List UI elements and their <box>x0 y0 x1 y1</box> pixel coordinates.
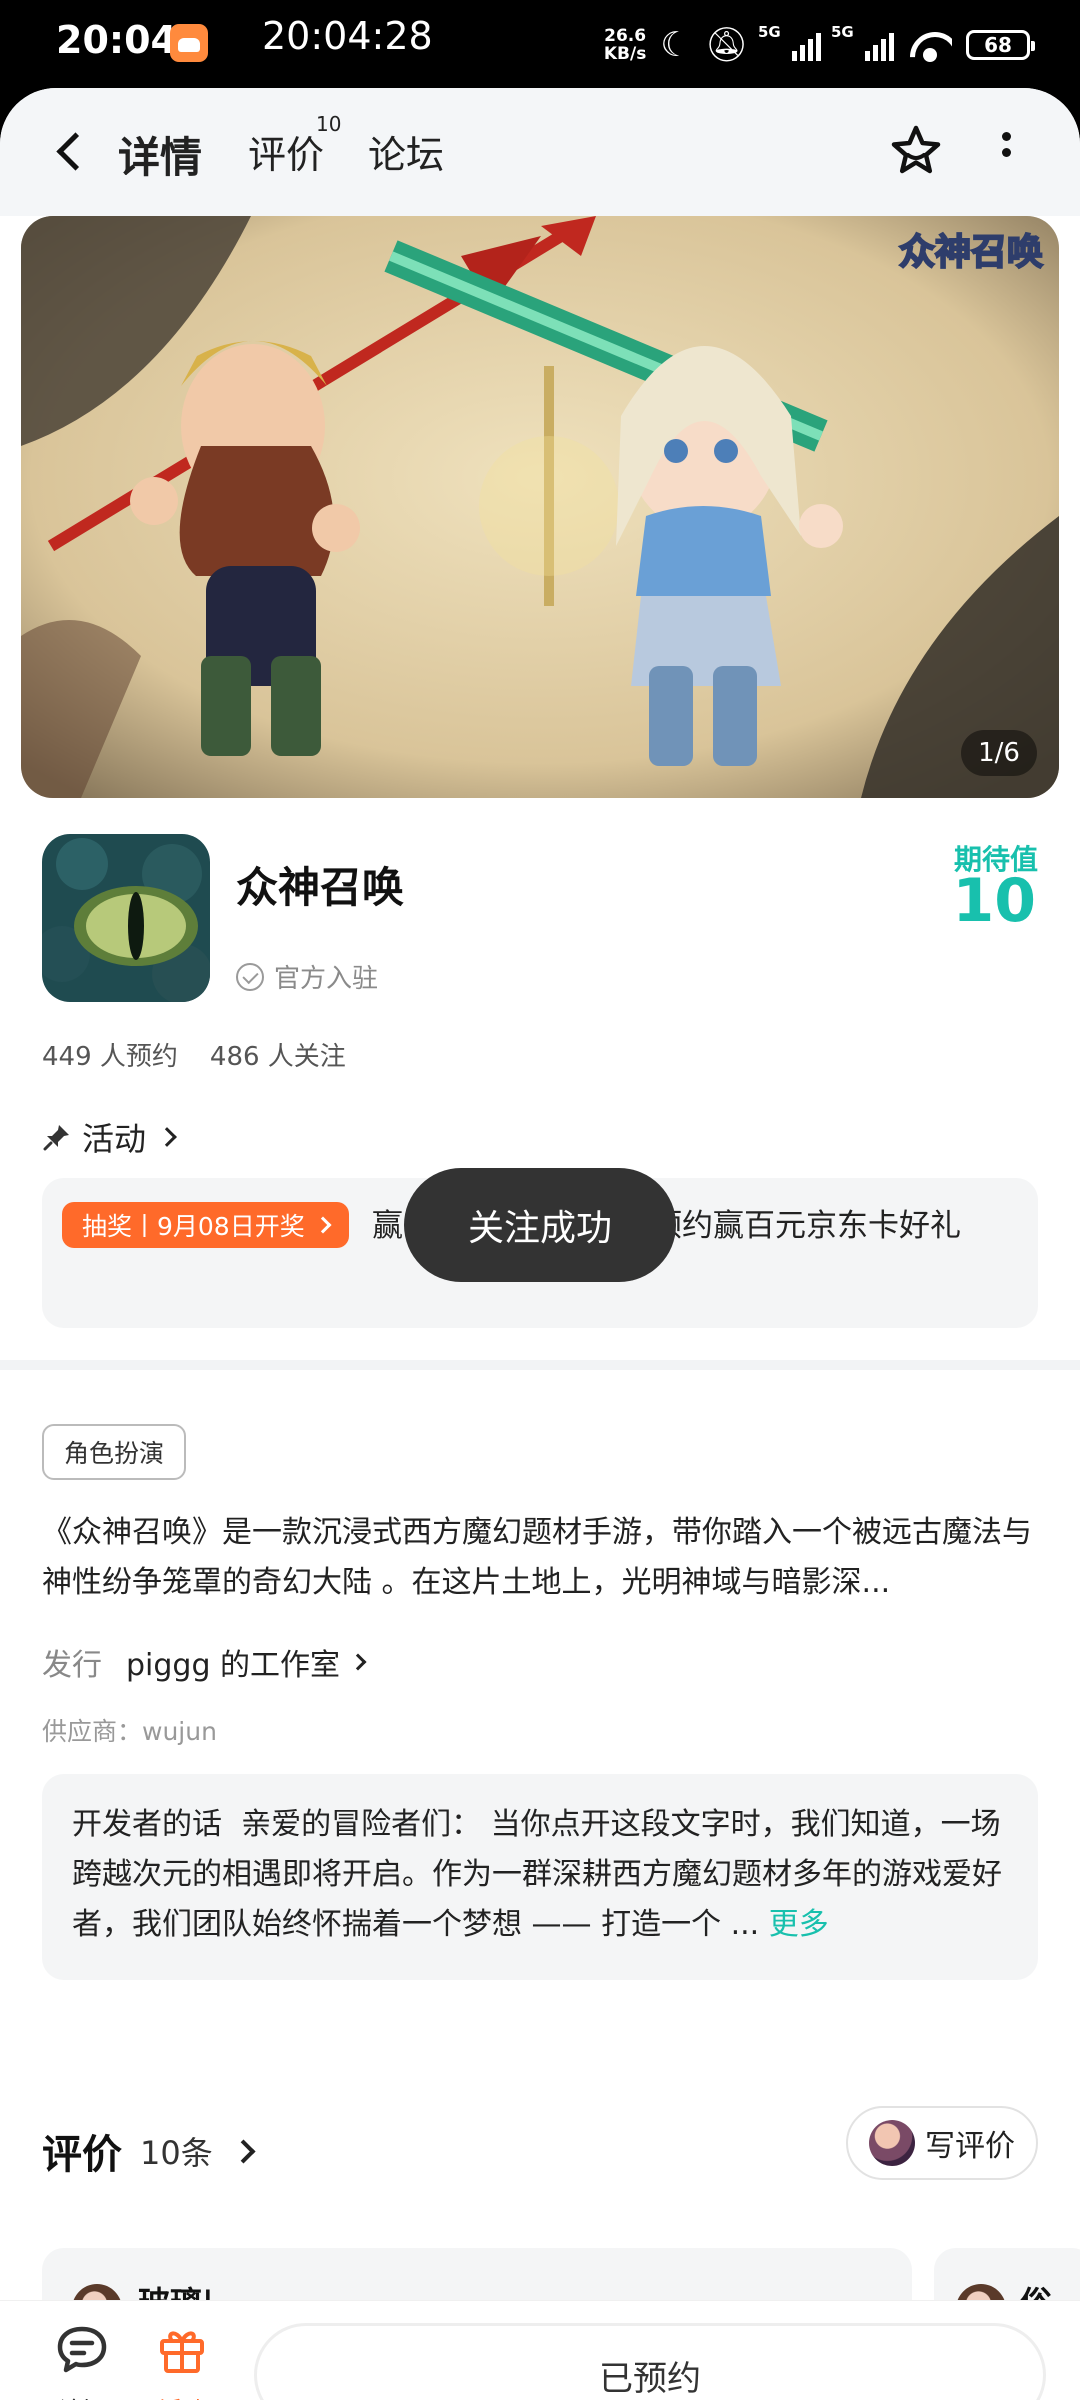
pin-icon <box>43 1125 69 1151</box>
status-clock: 20:04:28 <box>262 14 433 58</box>
chevron-right-icon <box>157 1127 177 1147</box>
developer-words-card[interactable]: 开发者的话 亲爱的冒险者们： 当你点开这段文字时，我们知道，一场跨越次元的相遇即… <box>42 1774 1038 1980</box>
expectation-value: 10 <box>952 866 1037 936</box>
genre-tag[interactable]: 角色扮演 <box>42 1424 187 1480</box>
chevron-right-icon <box>349 1653 367 1671</box>
activity-section-header[interactable]: 活动 <box>42 1114 177 1160</box>
nav-forum[interactable]: 论坛 <box>42 2321 122 2400</box>
supplier-text: 供应商：wujun <box>42 1717 217 1746</box>
tab-detail[interactable]: 详情 <box>114 124 206 191</box>
reservation-count: 449 人预约 <box>42 1042 178 1072</box>
status-indicators: 26.6 KB/s ☾ 🔕︎ 5G 5G 68 <box>603 22 1035 68</box>
bell-muted-icon: 🔕︎ <box>704 25 748 65</box>
review-count: 10条 <box>140 2134 213 2172</box>
back-arrow-icon[interactable] <box>52 130 92 174</box>
moon-icon: ☾ <box>660 25 691 65</box>
follower-count: 486 人关注 <box>209 1042 346 1072</box>
game-stats: 449 人预约 486 人关注 <box>42 1036 346 1073</box>
star-follow-icon[interactable] <box>886 122 946 182</box>
top-nav-bar: 详情 评价 10 论坛 <box>0 88 1080 216</box>
official-badge: 官方入驻 <box>236 958 378 995</box>
chevron-right-icon <box>231 2138 256 2164</box>
verified-check-icon <box>236 962 264 991</box>
battery-icon: 68 <box>966 30 1035 60</box>
game-icon <box>42 834 210 1002</box>
reviews-header[interactable]: 评价 10条 <box>42 2122 256 2180</box>
wifi-icon <box>908 28 952 62</box>
reserved-button[interactable]: 已预约 <box>254 2323 1046 2400</box>
gift-icon <box>160 2331 204 2373</box>
net-speed: 26.6 KB/s <box>603 26 647 64</box>
write-review-button[interactable]: 写评价 <box>846 2106 1038 2180</box>
banner-artwork: 众神召唤 <box>21 216 1059 798</box>
more-link[interactable]: 更多 <box>769 1907 829 1942</box>
carousel-counter: 1/6 <box>961 730 1037 776</box>
dev-words-label: 开发者的话 <box>72 1807 222 1842</box>
game-description[interactable]: 《众神召唤》是一款沉浸式西方魔幻题材手游，带你踏入一个被远古魔法与神性纷争笼罩的… <box>42 1508 1038 1608</box>
follow-success-toast: 关注成功 <box>404 1168 676 1282</box>
tab-forum[interactable]: 论坛 <box>368 124 444 179</box>
nav-activity[interactable]: 活动 <box>142 2321 222 2400</box>
detail-page: 详情 评价 10 论坛 众神召唤 1/6 众神召唤 官方入驻 期待值 10 44… <box>0 88 1080 2400</box>
media-carousel[interactable]: 众神召唤 1/6 <box>21 216 1059 798</box>
status-time: 20:04 <box>56 18 177 62</box>
signal-icon-2: 5G <box>831 23 894 61</box>
banner-logo: 众神召唤 <box>899 232 1043 272</box>
avatar <box>869 2120 915 2166</box>
review-count-badge: 10 <box>316 112 342 136</box>
lottery-badge[interactable]: 抽奖丨9月08日开奖 <box>62 1202 349 1248</box>
game-title: 众神召唤 <box>236 863 405 912</box>
status-bar: 20:04 20:04:28 26.6 KB/s ☾ 🔕︎ 5G 5G 68 <box>0 0 1080 88</box>
app-notification-icon <box>170 24 208 62</box>
section-divider <box>0 1360 1080 1370</box>
bottom-action-bar: 论坛 活动 已预约 <box>0 2300 1080 2400</box>
chevron-right-icon <box>314 1216 332 1234</box>
forum-chat-icon <box>57 2326 107 2373</box>
publisher-link[interactable]: 发行 piggg 的工作室 <box>42 1640 367 1684</box>
more-options-icon[interactable] <box>992 128 1020 178</box>
tab-review[interactable]: 评价 10 <box>248 112 341 179</box>
signal-icon: 5G <box>758 23 821 61</box>
